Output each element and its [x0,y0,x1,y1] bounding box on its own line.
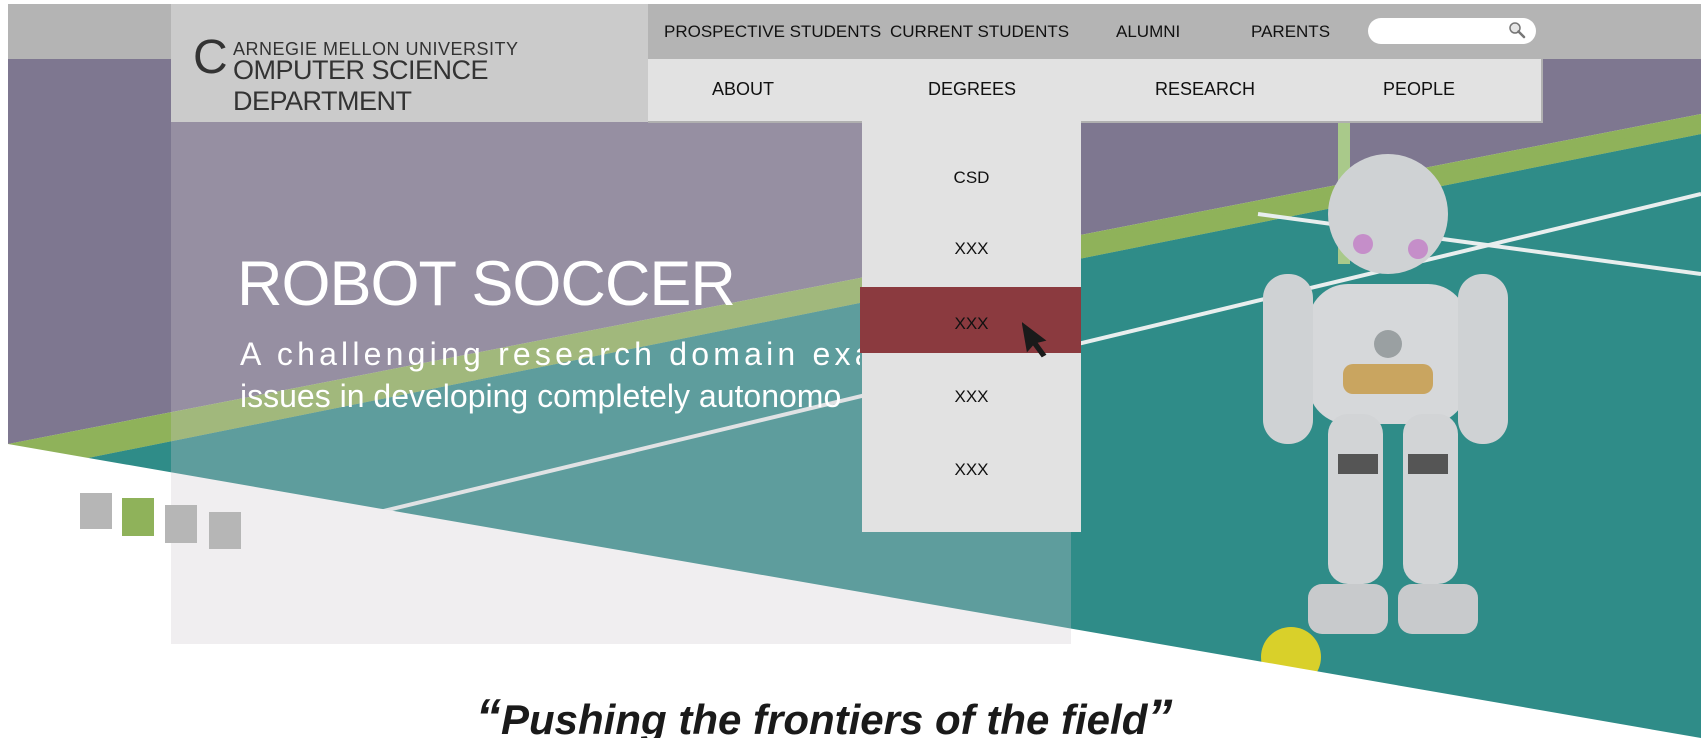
cursor-arrow-icon [1022,321,1047,358]
dropdown-item[interactable]: XXX [862,387,1081,407]
deco-bar [209,512,241,549]
dropdown-item-csd[interactable]: CSD [862,168,1081,188]
site-logo[interactable]: C ARNEGIE MELLON UNIVERSITY OMPUTER SCIE… [171,4,648,122]
nav-current-students[interactable]: CURRENT STUDENTS [890,22,1069,42]
deco-bar [80,493,112,529]
logo-initial: C [193,31,228,84]
nav-research[interactable]: RESEARCH [1155,79,1255,100]
nav-alumni[interactable]: ALUMNI [1116,22,1180,42]
page: C ARNEGIE MELLON UNIVERSITY OMPUTER SCIE… [0,0,1701,738]
nav-parents[interactable]: PARENTS [1251,22,1330,42]
search-icon[interactable] [1508,21,1526,39]
hero-subtitle-line1: A challenging research domain examinin [240,336,860,372]
quote-close-mark: ” [1147,689,1173,738]
tagline-quote: “Pushing the frontiers of the field” [476,688,1172,738]
quote-open-mark: “ [476,689,501,738]
dropdown-item[interactable]: XXX [862,239,1081,259]
nav-people[interactable]: PEOPLE [1383,79,1455,100]
nav-prospective-students[interactable]: PROSPECTIVE STUDENTS [664,22,881,42]
header-strip-left [8,4,171,59]
hero-subtitle: A challenging research domain examinin i… [240,333,860,423]
hero-subtitle-line2: issues in developing completely autonomo [240,378,842,414]
deco-bar [165,505,197,543]
deco-bar [122,498,154,536]
hero-title: ROBOT SOCCER [237,249,736,319]
quote-text: Pushing the frontiers of the field [501,696,1148,738]
dropdown-item[interactable]: XXX [862,460,1081,480]
search-input[interactable] [1368,18,1536,44]
logo-department-name: OMPUTER SCIENCE DEPARTMENT [233,55,489,116]
nav-about[interactable]: ABOUT [712,79,774,100]
nav-degrees[interactable]: DEGREES [928,79,1016,100]
